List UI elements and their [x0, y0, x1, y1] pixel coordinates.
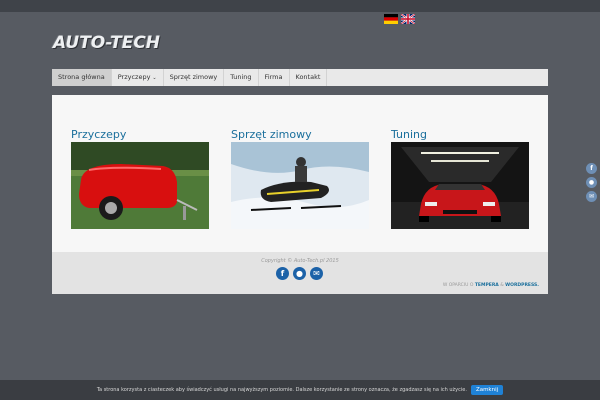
- chevron-down-icon: ⌄: [152, 75, 157, 81]
- nav-item-winter-equipment[interactable]: Sprzęt zimowy: [164, 69, 225, 86]
- user-icon[interactable]: ●: [293, 267, 306, 280]
- side-social-icons: f ● ✉: [586, 163, 597, 202]
- language-switcher: [384, 14, 415, 24]
- site-logo[interactable]: AUTO-TECH: [53, 33, 160, 53]
- top-bar: [0, 0, 600, 12]
- section-winter-equipment: Sprzęt zimowy: [231, 127, 369, 229]
- cookie-bar: Ta strona korzysta z ciasteczek aby świa…: [0, 380, 600, 400]
- tempera-link[interactable]: TEMPERA: [475, 283, 499, 288]
- nav-item-company[interactable]: Firma: [259, 69, 290, 86]
- section-tuning: Tuning: [391, 127, 529, 229]
- nav-item-home[interactable]: Strona główna: [52, 69, 112, 86]
- footer: Copyright © Auto-Tech.pl 2015 f ● ✉ W OP…: [52, 252, 548, 294]
- section-title[interactable]: Tuning: [391, 127, 529, 142]
- wordpress-link[interactable]: WORDPRESS.: [505, 283, 539, 288]
- main-navigation: Strona główna Przyczepy ⌄ Sprzęt zimowy T…: [52, 69, 548, 86]
- powered-by: W OPARCIU O TEMPERA & WORDPRESS.: [443, 283, 539, 288]
- red-car-garage-image[interactable]: [391, 142, 529, 229]
- flag-de-icon[interactable]: [384, 14, 398, 24]
- nav-item-label: Sprzęt zimowy: [169, 73, 218, 81]
- powered-and: &: [500, 283, 504, 288]
- nav-item-trailers[interactable]: Przyczepy ⌄: [112, 69, 164, 86]
- copyright-text: Copyright © Auto-Tech.pl 2015: [261, 258, 339, 264]
- footer-social-icons: f ● ✉: [276, 267, 323, 280]
- main-content: Przyczepy Sprzęt zimowy Tuning: [52, 95, 548, 252]
- nav-item-label: Przyczepy: [117, 73, 151, 81]
- nav-item-label: Kontakt: [295, 73, 321, 81]
- section-trailers: Przyczepy: [71, 127, 209, 229]
- cookie-text: Ta strona korzysta z ciasteczek aby świa…: [96, 387, 467, 393]
- section-title[interactable]: Sprzęt zimowy: [231, 127, 369, 142]
- user-icon[interactable]: ●: [586, 177, 597, 188]
- nav-item-tuning[interactable]: Tuning: [224, 69, 259, 86]
- facebook-icon[interactable]: f: [586, 163, 597, 174]
- nav-item-label: Strona główna: [58, 73, 105, 81]
- cookie-close-button[interactable]: Zamknij: [470, 385, 504, 395]
- flag-gb-icon[interactable]: [401, 14, 415, 24]
- email-icon[interactable]: ✉: [310, 267, 323, 280]
- email-icon[interactable]: ✉: [586, 191, 597, 202]
- nav-item-label: Firma: [264, 73, 283, 81]
- nav-item-contact[interactable]: Kontakt: [290, 69, 328, 86]
- red-trailer-image[interactable]: [71, 142, 209, 229]
- facebook-icon[interactable]: f: [276, 267, 289, 280]
- powered-prefix: W OPARCIU O: [442, 283, 474, 288]
- snowmobile-image[interactable]: [231, 142, 369, 229]
- nav-item-label: Tuning: [230, 73, 252, 81]
- section-title[interactable]: Przyczepy: [71, 127, 209, 142]
